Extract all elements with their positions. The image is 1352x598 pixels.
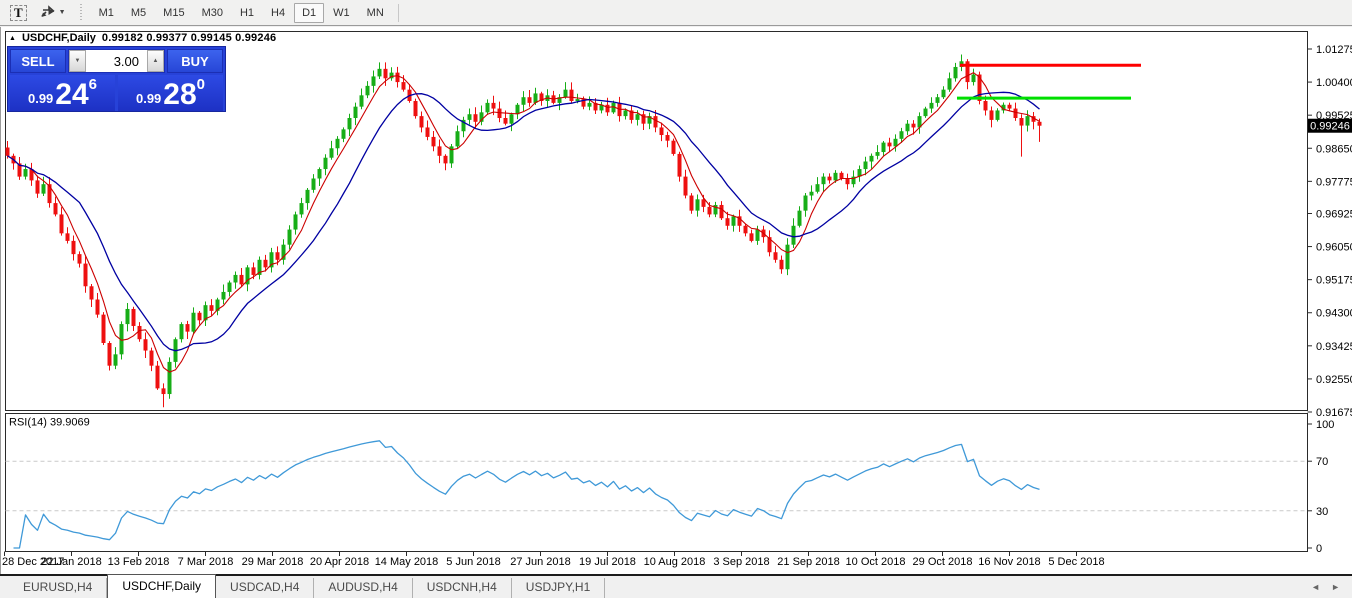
buy-price-point: 0 [197, 76, 205, 93]
one-click-trading-panel: SELL ▼ 3.00 ▲ BUY 0.99 24 6 0.99 28 0 [7, 46, 226, 112]
volume-increase-button[interactable]: ▲ [147, 50, 164, 72]
timeframe-button-m5[interactable]: M5 [123, 3, 154, 23]
chart-tab-audusd-h4[interactable]: AUDUSD,H4 [314, 578, 412, 598]
svg-text:1.01275: 1.01275 [1316, 44, 1352, 56]
toolbar-separator [398, 4, 399, 22]
ma-fast-line [8, 73, 1040, 373]
svg-text:22 Jan 2018: 22 Jan 2018 [41, 556, 102, 568]
chart-window: 1.012751.004000.995250.986500.977750.969… [0, 27, 1352, 574]
svg-text:5 Dec 2018: 5 Dec 2018 [1048, 556, 1104, 568]
volume-decrease-button[interactable]: ▼ [69, 50, 86, 72]
svg-text:0.98650: 0.98650 [1316, 143, 1352, 155]
svg-text:30: 30 [1316, 506, 1328, 518]
timeframe-button-mn[interactable]: MN [359, 3, 392, 23]
chart-tab-usdjpy-h1[interactable]: USDJPY,H1 [512, 578, 605, 598]
text-annotation-tool-button[interactable]: T [4, 3, 33, 23]
chart-title: ▲ USDCHF,Daily 0.99182 0.99377 0.99145 0… [9, 32, 276, 44]
spread-spinner: ▼ 3.00 ▲ [68, 49, 165, 73]
svg-text:0.99246: 0.99246 [1310, 121, 1350, 133]
dropdown-caret-icon: ▼ [59, 9, 66, 16]
timeframe-button-d1[interactable]: D1 [294, 3, 324, 23]
svg-text:0.95175: 0.95175 [1316, 275, 1352, 287]
toolbar-grip[interactable] [79, 4, 84, 22]
buy-button[interactable]: BUY [167, 49, 223, 73]
timeframe-button-group: M1M5M15M30H1H4D1W1MN [91, 3, 392, 23]
svg-text:10 Oct 2018: 10 Oct 2018 [846, 556, 906, 568]
svg-text:100: 100 [1316, 419, 1334, 431]
tab-scroll-left-button[interactable]: ◄ [1311, 582, 1320, 592]
svg-text:3 Sep 2018: 3 Sep 2018 [713, 556, 769, 568]
tab-scroll-right-button[interactable]: ► [1331, 582, 1340, 592]
svg-text:29 Oct 2018: 29 Oct 2018 [913, 556, 973, 568]
rsi-line [14, 441, 1040, 548]
trading-terminal-window: { "toolbar": { "text_tool_glyph": "T", "… [0, 0, 1352, 598]
sell-price-pips: 24 [55, 80, 88, 110]
arrow-objects-button[interactable]: ▼ [35, 3, 72, 23]
svg-text:10 Aug 2018: 10 Aug 2018 [644, 556, 706, 568]
svg-text:0.92550: 0.92550 [1316, 374, 1352, 386]
buy-price-prefix: 0.99 [136, 91, 161, 106]
sell-price-prefix: 0.99 [28, 91, 53, 106]
tab-list: EURUSD,H4USDCHF,DailyUSDCAD,H4AUDUSD,H4U… [8, 574, 605, 598]
chart-tab-usdcad-h4[interactable]: USDCAD,H4 [216, 578, 314, 598]
svg-text:19 Jul 2018: 19 Jul 2018 [579, 556, 636, 568]
sell-price-point: 6 [89, 76, 97, 93]
chart-tab-bar: EURUSD,H4USDCHF,DailyUSDCAD,H4AUDUSD,H4U… [0, 574, 1352, 598]
chart-tab-usdchf-daily[interactable]: USDCHF,Daily [107, 574, 216, 598]
top-toolbar: T ▼ M1M5M15M30H1H4D1W1MN [0, 0, 1352, 26]
svg-text:0.93425: 0.93425 [1316, 341, 1352, 353]
svg-text:20 Apr 2018: 20 Apr 2018 [310, 556, 369, 568]
svg-text:0.96050: 0.96050 [1316, 242, 1352, 254]
chart-tab-eurusd-h4[interactable]: EURUSD,H4 [8, 578, 107, 598]
rsi-label: RSI(14) 39.9069 [9, 417, 90, 429]
arrows-icon [41, 4, 56, 21]
sell-price-button[interactable]: 0.99 24 6 [10, 75, 115, 111]
ma-slow-line [8, 92, 1040, 351]
svg-text:70: 70 [1316, 456, 1328, 468]
rsi-panel [6, 414, 1308, 552]
collapse-icon[interactable]: ▲ [9, 35, 16, 42]
svg-text:13 Feb 2018: 13 Feb 2018 [108, 556, 170, 568]
svg-text:0: 0 [1316, 543, 1322, 555]
svg-text:27 Jun 2018: 27 Jun 2018 [510, 556, 571, 568]
sell-button[interactable]: SELL [10, 49, 66, 73]
buy-price-button[interactable]: 0.99 28 0 [118, 75, 223, 111]
svg-text:5 Jun 2018: 5 Jun 2018 [446, 556, 500, 568]
svg-text:29 Mar 2018: 29 Mar 2018 [242, 556, 304, 568]
svg-text:0.94300: 0.94300 [1316, 308, 1352, 320]
ohlc-values: 0.99182 0.99377 0.99145 0.99246 [102, 32, 276, 44]
svg-text:14 May 2018: 14 May 2018 [375, 556, 439, 568]
timeframe-button-w1[interactable]: W1 [325, 3, 358, 23]
timeframe-button-m1[interactable]: M1 [91, 3, 122, 23]
svg-text:16 Nov 2018: 16 Nov 2018 [978, 556, 1040, 568]
timeframe-button-m30[interactable]: M30 [194, 3, 231, 23]
svg-text:7 Mar 2018: 7 Mar 2018 [178, 556, 234, 568]
timeframe-button-m15[interactable]: M15 [155, 3, 192, 23]
chart-tab-usdcnh-h4[interactable]: USDCNH,H4 [413, 578, 512, 598]
svg-text:0.91675: 0.91675 [1316, 407, 1352, 419]
svg-text:1.00400: 1.00400 [1316, 77, 1352, 89]
volume-value[interactable]: 3.00 [86, 50, 147, 72]
svg-text:0.96925: 0.96925 [1316, 208, 1352, 220]
svg-text:0.97775: 0.97775 [1316, 176, 1352, 188]
timeframe-button-h4[interactable]: H4 [263, 3, 293, 23]
timeframe-button-h1[interactable]: H1 [232, 3, 262, 23]
symbol-period-label: USDCHF,Daily [22, 32, 96, 44]
svg-text:21 Sep 2018: 21 Sep 2018 [777, 556, 839, 568]
text-tool-icon: T [10, 5, 27, 21]
buy-price-pips: 28 [163, 80, 196, 110]
